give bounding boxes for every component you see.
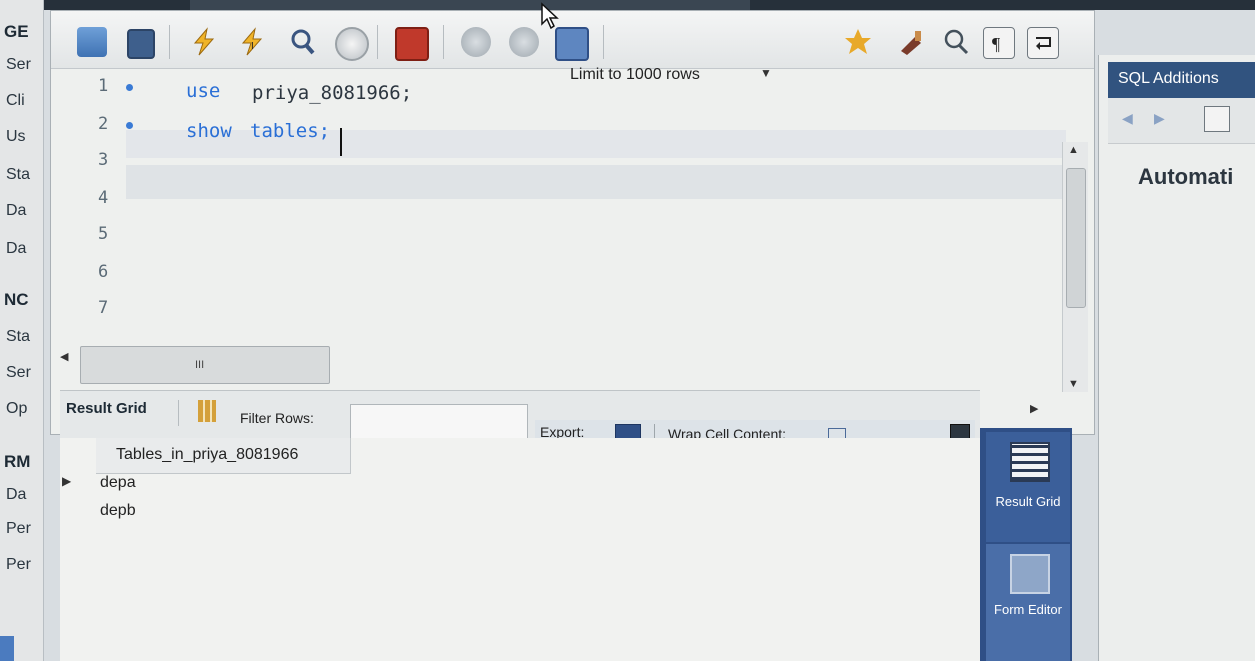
find-icon[interactable] [941,27,971,57]
svg-text:¶: ¶ [992,34,1000,54]
vertical-scroll-thumb[interactable] [1066,168,1086,308]
mouse-pointer-icon [540,2,560,35]
navigator-section-header: NC [4,290,29,309]
navigator-bottom-tab[interactable] [0,636,14,661]
current-row-indicator-icon: ▶ [62,474,72,488]
navigator-item[interactable]: Ser [6,364,31,382]
stop-icon[interactable] [335,27,369,61]
form-icon [1010,554,1050,594]
column-header-label: Tables_in_priya_8081966 [116,446,299,463]
form-editor-button[interactable]: Form Editor [986,544,1070,661]
scroll-down-icon[interactable]: ▼ [1068,378,1079,390]
line-number: 6 [98,262,109,282]
line-number-gutter: 1 2 3 4 5 6 7 [50,70,133,370]
navigator-item[interactable]: Sta [6,166,30,184]
form-editor-label: Form Editor [994,602,1062,617]
result-grid-tab[interactable]: Result Grid [66,400,147,417]
line-number: 3 [98,150,109,170]
sql-additions-body: Automati [1138,164,1234,189]
statement-marker-icon [126,122,133,129]
commit-icon[interactable] [461,27,491,57]
line-number: 1 [98,76,109,96]
sql-additions-header: SQL Additions [1108,62,1255,98]
navigator-item[interactable]: Sta [6,328,30,346]
scroll-up-icon[interactable]: ▲ [1068,144,1079,156]
execute-current-icon[interactable]: I [237,27,267,57]
brush-icon[interactable] [897,27,927,57]
navigator-item[interactable]: Us [6,128,26,146]
help-icon[interactable] [1204,106,1230,132]
sql-keyword: use [186,80,221,102]
back-icon[interactable]: ◀ [1122,110,1133,127]
explain-magnifier-icon[interactable] [287,27,317,57]
line-number: 5 [98,224,109,244]
forward-icon[interactable]: ▶ [1154,110,1165,127]
sql-additions-title: SQL Additions [1118,70,1219,87]
navigator-panel: GE Ser Cli Us Sta Da Da NC Sta Ser Op RM Da Per Per [0,0,44,661]
line-number: 7 [98,298,109,318]
result-grid-button[interactable]: Result Grid [986,432,1070,542]
save-icon[interactable] [127,29,155,59]
navigator-item[interactable]: Op [6,400,27,418]
sql-keyword: tables; [250,120,331,142]
beautify-star-icon[interactable] [843,27,873,57]
sql-additions-toolbar: ◀ ▶ [1108,98,1255,144]
open-folder-icon[interactable] [77,27,107,57]
navigator-item[interactable]: Ser [6,56,31,74]
table-row[interactable]: depa [100,474,136,492]
filter-rows-label: Filter Rows: [240,410,314,426]
rollback-icon[interactable] [509,27,539,57]
navigator-item[interactable]: Da [6,486,26,504]
text-cursor [340,128,342,156]
grid-icon [1010,442,1050,482]
svg-text:I: I [251,41,254,52]
line-number: 4 [98,188,109,208]
navigator-item[interactable]: Da [6,202,26,220]
grid-columns-icon[interactable] [198,400,216,422]
window-top-bar-highlight [190,0,750,10]
navigator-item[interactable]: Per [6,556,31,574]
sql-keyword: show [186,120,232,142]
navigator-section-header: GE [4,22,29,41]
line-highlight-band [126,165,1066,199]
auto-commit-icon[interactable] [555,27,589,61]
navigator-item[interactable]: Cli [6,92,25,110]
editor-toolbar: I ¶ [51,11,1094,69]
invisible-chars-icon[interactable]: ¶ [983,27,1015,59]
line-number: 2 [98,114,109,134]
word-wrap-icon[interactable] [1027,27,1059,59]
scroll-grip: III [195,359,205,371]
code-area[interactable]: use priya_8081966; show tables; [186,76,1066,166]
navigator-section-header: RM [4,452,31,471]
navigator-item[interactable]: Per [6,520,31,538]
statement-marker-icon [126,84,133,91]
result-grid-label: Result Grid [995,494,1061,509]
toggle-error-icon[interactable] [395,27,429,61]
sql-identifier: priya_8081966; [252,82,413,104]
column-header[interactable]: Tables_in_priya_8081966 [96,438,351,474]
horizontal-scroll-thumb[interactable]: III [80,346,330,384]
navigator-item[interactable]: Da [6,240,26,258]
execute-icon[interactable] [189,27,219,57]
scroll-left-icon[interactable]: ◀ [60,350,68,363]
scroll-right-icon[interactable]: ▶ [1030,402,1038,415]
sql-additions-panel [1098,55,1255,661]
table-row[interactable]: depb [100,502,136,520]
